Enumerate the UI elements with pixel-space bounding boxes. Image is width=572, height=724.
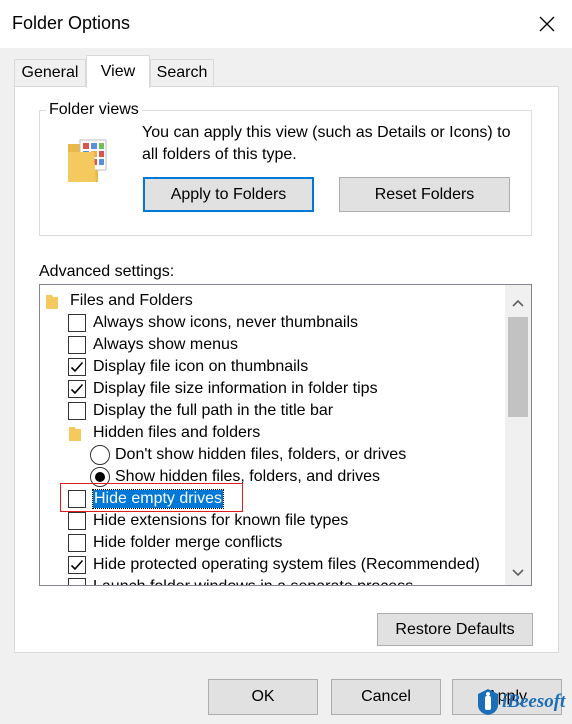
watermark-text: iBeesoft xyxy=(502,691,566,712)
ibeesoft-watermark: iBeesoft xyxy=(476,688,565,716)
highlight-box xyxy=(60,483,243,512)
list-item-always-show-menus[interactable]: Always show menus xyxy=(68,334,238,356)
reset-folders-button[interactable]: Reset Folders xyxy=(339,177,510,212)
close-button[interactable] xyxy=(522,0,572,48)
checkbox-checked[interactable] xyxy=(68,380,86,398)
folder-views-description: You can apply this view (such as Details… xyxy=(142,124,511,163)
tab-search[interactable]: Search xyxy=(150,59,214,86)
cancel-button[interactable]: Cancel xyxy=(331,679,441,715)
folder-views-label: Folder views xyxy=(46,101,142,119)
list-item-always-show-icons[interactable]: Always show icons, never thumbnails xyxy=(68,312,358,334)
list-item-display-file-icon[interactable]: Display file icon on thumbnails xyxy=(68,356,308,378)
list-item-files-and-folders: Files and Folders xyxy=(46,290,193,312)
checkmark-icon xyxy=(70,383,84,395)
window-title: Folder Options xyxy=(12,13,131,33)
tab-general[interactable]: General xyxy=(14,59,86,86)
list-item-launch-separate-process[interactable]: Launch folder windows in a separate proc… xyxy=(68,576,413,585)
checkbox[interactable] xyxy=(68,314,86,332)
folder-views-icon xyxy=(66,138,110,184)
checkmark-icon xyxy=(70,361,84,373)
list-item-hide-merge-conflicts[interactable]: Hide folder merge conflicts xyxy=(68,532,282,554)
folder-icon xyxy=(69,427,81,441)
checkbox[interactable] xyxy=(68,512,86,530)
scrollbar[interactable] xyxy=(505,285,531,585)
checkbox[interactable] xyxy=(68,578,86,585)
scroll-up-button[interactable] xyxy=(505,293,531,313)
folder-icon xyxy=(46,295,58,309)
list-item-display-file-size[interactable]: Display file size information in folder … xyxy=(68,378,378,400)
checkbox[interactable] xyxy=(68,402,86,420)
checkbox[interactable] xyxy=(68,534,86,552)
list-item-dont-show-hidden[interactable]: Don't show hidden files, folders, or dri… xyxy=(90,444,406,466)
advanced-settings-label: Advanced settings: xyxy=(39,263,175,280)
ibeesoft-logo-icon xyxy=(478,689,498,715)
radio-button[interactable] xyxy=(90,445,110,465)
checkbox[interactable] xyxy=(68,336,86,354)
tab-view[interactable]: View xyxy=(86,55,150,88)
close-icon xyxy=(539,16,555,32)
scroll-thumb[interactable] xyxy=(508,317,528,417)
scroll-down-button[interactable] xyxy=(505,563,531,583)
list-item-hidden-files-and-folders: Hidden files and folders xyxy=(69,422,260,444)
advanced-settings-list[interactable]: Files and Folders Always show icons, nev… xyxy=(39,284,532,586)
list-item-hide-extensions[interactable]: Hide extensions for known file types xyxy=(68,510,348,532)
chevron-down-icon xyxy=(512,569,524,577)
list-item-display-full-path[interactable]: Display the full path in the title bar xyxy=(68,400,333,422)
checkmark-icon xyxy=(70,559,84,571)
apply-to-folders-button[interactable]: Apply to Folders xyxy=(143,177,314,212)
checkbox-checked[interactable] xyxy=(68,358,86,376)
checkbox-checked[interactable] xyxy=(68,556,86,574)
chevron-up-icon xyxy=(512,299,524,307)
list-item-hide-protected-files[interactable]: Hide protected operating system files (R… xyxy=(68,554,480,576)
ok-button[interactable]: OK xyxy=(208,679,318,715)
restore-defaults-button[interactable]: Restore Defaults xyxy=(377,613,533,646)
